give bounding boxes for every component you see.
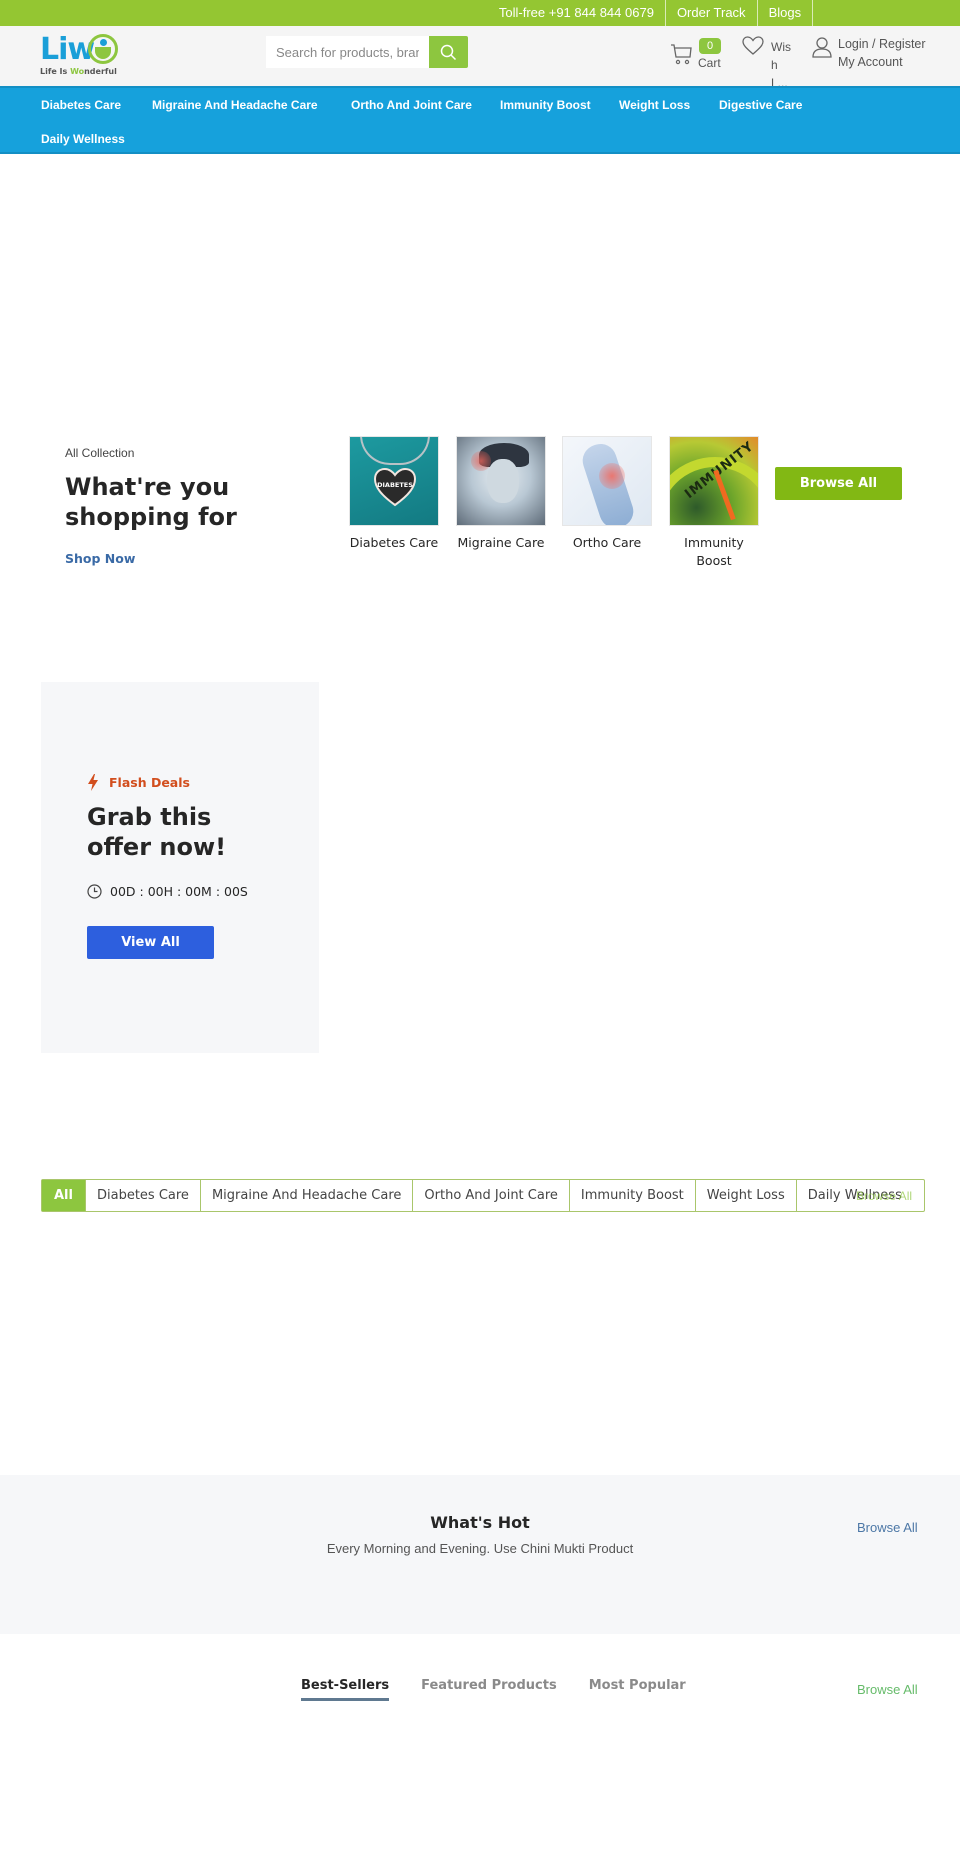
my-account-label: My Account xyxy=(838,55,903,69)
login-register-link: Login / Register xyxy=(838,37,926,51)
collection-title: What're you shopping for xyxy=(65,473,237,531)
wishlist-button[interactable]: Wish L... xyxy=(742,36,802,90)
category-name: Diabetes Care xyxy=(349,535,439,550)
flash-deals-label: Flash Deals xyxy=(109,775,190,790)
tab-featured-products[interactable]: Featured Products xyxy=(421,1678,557,1701)
tab-diabetes-care[interactable]: Diabetes Care xyxy=(86,1180,201,1211)
tab-weight-loss[interactable]: Weight Loss xyxy=(696,1180,797,1211)
tab-best-sellers[interactable]: Best-Sellers xyxy=(301,1678,390,1701)
flash-deals-title: Grab this offer now! xyxy=(87,803,227,861)
wishlist-label: Wish L... xyxy=(771,40,791,90)
product-tabs-browse-all-link[interactable]: Browse All xyxy=(857,1682,918,1697)
category-name: Immunity Boost xyxy=(684,535,744,568)
tab-migraine-headache-care[interactable]: Migraine And Headache Care xyxy=(201,1180,414,1211)
logo[interactable]: Liw Life Is Wonderful xyxy=(40,32,124,78)
cart-label: Cart xyxy=(698,56,721,70)
tab-all[interactable]: All xyxy=(42,1180,86,1211)
category-card-migraine[interactable]: Migraine Care xyxy=(456,436,546,552)
logo-emblem-icon xyxy=(88,34,118,64)
order-track-link[interactable]: Order Track xyxy=(666,0,758,26)
heart-icon xyxy=(742,36,764,55)
whats-hot-subtitle: Every Morning and Evening. Use Chini Muk… xyxy=(326,1541,634,1556)
main-nav: Diabetes Care Migraine And Headache Care… xyxy=(0,86,960,154)
category-tabs-browse-all-link[interactable]: Browse All xyxy=(856,1189,912,1203)
nav-item-digestive-care[interactable]: Digestive Care xyxy=(719,98,802,112)
logo-tagline: Life Is Wonderful xyxy=(40,67,117,76)
whats-hot-section: What's Hot Every Morning and Evening. Us… xyxy=(0,1475,960,1634)
account-button[interactable]: Login / Register My Account xyxy=(812,34,957,78)
category-name: Ortho Care xyxy=(572,535,642,550)
nav-item-immunity-boost[interactable]: Immunity Boost xyxy=(500,98,591,112)
diabetes-care-image: DIABETES xyxy=(349,436,439,526)
collection-eyebrow: All Collection xyxy=(65,446,135,460)
blogs-link[interactable]: Blogs xyxy=(758,0,814,26)
view-all-button[interactable]: View All xyxy=(87,926,214,959)
migraine-care-image xyxy=(456,436,546,526)
search-icon xyxy=(440,44,457,60)
tab-immunity-boost[interactable]: Immunity Boost xyxy=(570,1180,696,1211)
top-bar: Toll-free +91 844 844 0679 Order Track B… xyxy=(0,0,960,26)
whats-hot-browse-all-link[interactable]: Browse All xyxy=(857,1520,918,1535)
immunity-boost-image: IMMUNITY xyxy=(669,436,759,526)
shop-now-link[interactable]: Shop Now xyxy=(65,551,135,566)
cart-button[interactable]: 0 Cart xyxy=(670,34,730,78)
category-name: Migraine Care xyxy=(457,535,545,550)
user-icon xyxy=(812,37,832,58)
toll-free-link[interactable]: Toll-free +91 844 844 0679 xyxy=(499,0,666,26)
nav-item-diabetes-care[interactable]: Diabetes Care xyxy=(41,98,121,112)
search-input[interactable] xyxy=(266,36,429,68)
whats-hot-title: What's Hot xyxy=(430,1513,530,1532)
search-bar xyxy=(266,36,468,68)
product-tabs: Best-Sellers Featured Products Most Popu… xyxy=(301,1678,718,1701)
flash-deals-card: Flash Deals Grab this offer now! 00D : 0… xyxy=(41,682,319,1053)
cart-icon xyxy=(671,44,692,65)
lightning-icon xyxy=(88,774,98,791)
site-header: Liw Life Is Wonderful 0 Cart Wish L... L… xyxy=(0,26,960,90)
nav-item-daily-wellness[interactable]: Daily Wellness xyxy=(41,132,125,146)
tab-ortho-joint-care[interactable]: Ortho And Joint Care xyxy=(413,1180,570,1211)
search-button[interactable] xyxy=(429,36,468,68)
category-card-ortho[interactable]: Ortho Care xyxy=(562,436,652,552)
countdown-timer: 00D : 00H : 00M : 00S xyxy=(87,884,248,899)
ortho-care-image xyxy=(562,436,652,526)
svg-text:DIABETES: DIABETES xyxy=(377,481,413,489)
category-card-diabetes[interactable]: DIABETES Diabetes Care xyxy=(349,436,439,552)
tab-most-popular[interactable]: Most Popular xyxy=(589,1678,686,1701)
nav-item-ortho-joint-care[interactable]: Ortho And Joint Care xyxy=(351,98,472,112)
cart-count-badge: 0 xyxy=(699,38,721,54)
countdown-value: 00D : 00H : 00M : 00S xyxy=(110,884,248,899)
clock-icon xyxy=(87,884,102,899)
category-card-immunity[interactable]: IMMUNITY Immunity Boost xyxy=(669,436,759,570)
browse-all-button[interactable]: Browse All xyxy=(775,467,902,500)
nav-item-migraine-headache-care[interactable]: Migraine And Headache Care xyxy=(152,98,318,112)
nav-item-weight-loss[interactable]: Weight Loss xyxy=(619,98,690,112)
category-tabs: All Diabetes Care Migraine And Headache … xyxy=(41,1179,925,1212)
logo-wordmark: Liw xyxy=(40,32,95,67)
